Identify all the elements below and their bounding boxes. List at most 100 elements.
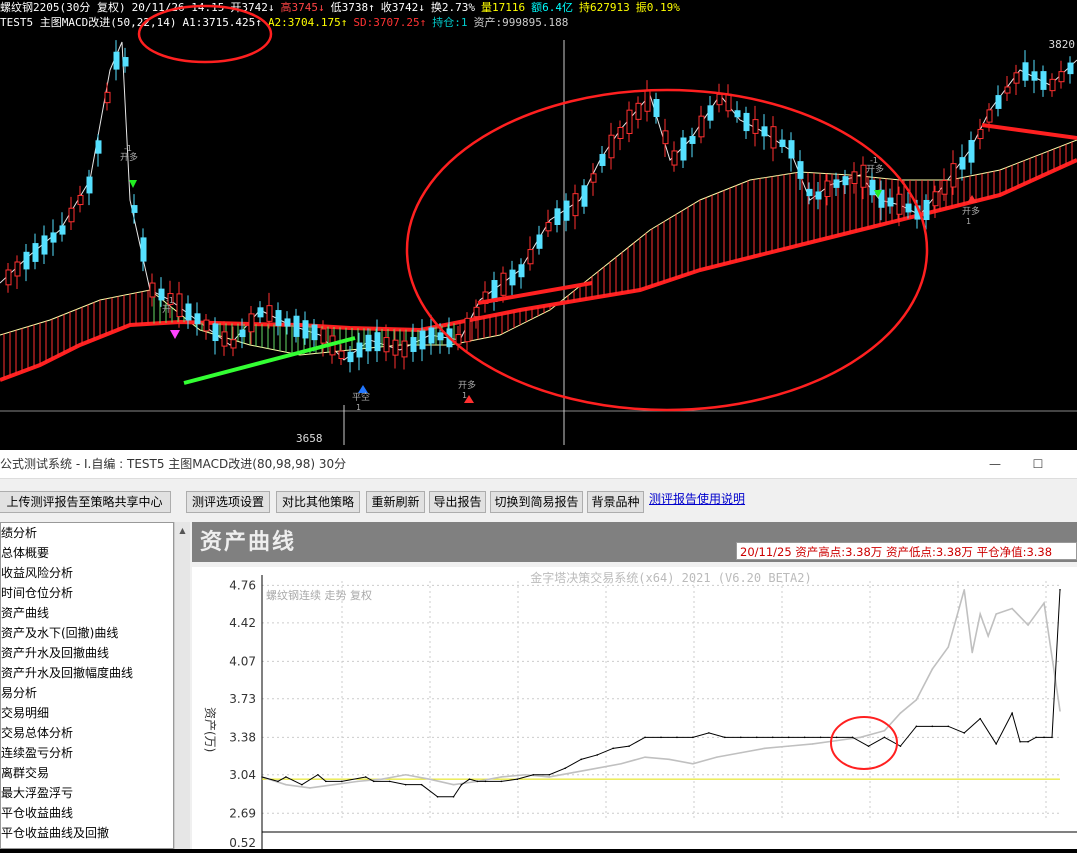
candle bbox=[392, 339, 399, 356]
sidebar-item[interactable]: 资产升水及回撤幅度曲线 bbox=[1, 663, 173, 683]
series-point bbox=[787, 745, 790, 747]
candle bbox=[1067, 62, 1074, 75]
asset-stats: 20/11/25 资产高点:3.38万 资产低点:3.38万 平仓净值:3.38 bbox=[736, 542, 1077, 560]
equity-plot[interactable]: 金字塔决策交易系统(x64) 2021 (V6.20 BETA2) 螺纹钢连续 走… bbox=[192, 567, 1077, 850]
help-link[interactable]: 测评报告使用说明 bbox=[649, 490, 745, 507]
series-point bbox=[1027, 740, 1029, 743]
maximize-button[interactable]: ☐ bbox=[1018, 450, 1058, 478]
candle bbox=[806, 188, 813, 197]
candle bbox=[779, 139, 786, 148]
content-header: 资产曲线 20/11/25 资产高点:3.38万 资产低点:3.38万 平仓净值… bbox=[192, 522, 1077, 562]
series-point bbox=[692, 762, 694, 765]
sidebar-item[interactable]: 交易明细 bbox=[1, 703, 173, 723]
candle bbox=[599, 154, 606, 166]
sidebar-item[interactable]: 离群交易 bbox=[1, 763, 173, 783]
test-options-button[interactable]: 测评选项设置 bbox=[186, 491, 270, 513]
sidebar-item[interactable]: 平仓收益曲线及回撤 bbox=[1, 823, 173, 843]
series-point bbox=[716, 756, 718, 758]
candle bbox=[743, 112, 750, 132]
sidebar-item[interactable]: 资产及水下(回撤)曲线 bbox=[1, 623, 173, 643]
series-point bbox=[867, 745, 870, 747]
sidebar-item[interactable]: 绩分析 bbox=[1, 523, 173, 543]
series-point bbox=[915, 725, 918, 728]
candle bbox=[1040, 71, 1047, 90]
series-point bbox=[963, 732, 966, 734]
price-chart[interactable]: 螺纹钢2205(30分 复权) 20/11/26 14:15 开3742↓ 高3745… bbox=[0, 0, 1077, 450]
series-point bbox=[724, 736, 726, 739]
candle bbox=[959, 157, 966, 170]
series-point bbox=[979, 717, 981, 720]
series-point bbox=[947, 725, 950, 728]
sidebar-item[interactable]: 总体概要 bbox=[1, 543, 173, 563]
series-point bbox=[740, 751, 742, 754]
y-tick-label: 4.07 bbox=[229, 654, 256, 668]
sidebar-item[interactable]: 连续盈亏分析 bbox=[1, 743, 173, 763]
series-point bbox=[899, 712, 902, 714]
candle bbox=[437, 332, 444, 341]
signal-sub-label: -1 bbox=[166, 296, 174, 305]
simple-report-button[interactable]: 切换到简易报告 bbox=[490, 491, 583, 513]
equity-curve-chart[interactable]: 金字塔决策交易系统(x64) 2021 (V6.20 BETA2) 螺纹钢连续 走… bbox=[192, 567, 1077, 850]
series-point bbox=[516, 778, 519, 780]
compare-strategies-button[interactable]: 对比其他策略 bbox=[276, 491, 360, 513]
refresh-button[interactable]: 重新刷新 bbox=[366, 491, 425, 513]
sidebar-item[interactable]: 资产曲线 bbox=[1, 603, 173, 623]
series-point bbox=[676, 736, 678, 739]
candle bbox=[302, 320, 309, 339]
candle bbox=[1058, 71, 1065, 83]
series-point bbox=[708, 732, 710, 734]
candle bbox=[554, 208, 561, 225]
series-point bbox=[771, 736, 774, 739]
minimize-button[interactable]: — bbox=[975, 450, 1015, 478]
candle bbox=[185, 303, 192, 321]
sidebar-item[interactable]: 交易总体分析 bbox=[1, 723, 173, 743]
slow-ma-line bbox=[0, 158, 1077, 382]
series-point bbox=[883, 736, 886, 739]
candle bbox=[464, 317, 471, 343]
series-point bbox=[979, 613, 981, 615]
sidebar-scrollbar[interactable]: ▲ bbox=[174, 522, 190, 849]
candle bbox=[284, 318, 291, 327]
sidebar-item[interactable]: 平仓收益曲线 bbox=[1, 803, 173, 823]
sidebar-item[interactable]: 资产升水及回撤曲线 bbox=[1, 643, 173, 663]
series-point bbox=[277, 780, 279, 783]
signal-sub-label: 1 bbox=[966, 217, 971, 226]
scroll-up-icon[interactable]: ▲ bbox=[175, 526, 190, 535]
background-symbol-button[interactable]: 背景品种 bbox=[587, 491, 644, 513]
candle bbox=[1022, 62, 1029, 81]
y-tick-label: 0.52 bbox=[229, 836, 256, 849]
series-point bbox=[995, 613, 997, 615]
candle bbox=[734, 110, 741, 118]
candle bbox=[248, 313, 255, 333]
candle bbox=[752, 119, 759, 134]
candle bbox=[113, 51, 120, 70]
series-point bbox=[452, 783, 455, 786]
series-point bbox=[1059, 710, 1061, 712]
candle bbox=[383, 337, 390, 353]
candle bbox=[662, 130, 669, 145]
sidebar-item[interactable]: 时间仓位分析 bbox=[1, 583, 173, 603]
candle bbox=[338, 350, 345, 359]
signal-label: 开多 bbox=[962, 205, 980, 217]
series-point bbox=[1035, 736, 1037, 739]
export-report-button[interactable]: 导出报告 bbox=[429, 491, 486, 513]
price-low-label: 3658 bbox=[296, 432, 323, 445]
y-tick-label: 3.04 bbox=[229, 768, 256, 782]
sidebar-item[interactable]: 收益风险分析 bbox=[1, 563, 173, 583]
y-tick-label: 4.76 bbox=[229, 578, 256, 592]
candle bbox=[869, 179, 876, 196]
candle bbox=[68, 207, 75, 223]
candle bbox=[158, 288, 165, 301]
candle bbox=[617, 127, 624, 139]
sidebar-item[interactable]: 最大浮盈浮亏 bbox=[1, 783, 173, 803]
candle bbox=[824, 180, 831, 198]
series-point bbox=[947, 646, 950, 648]
series-point bbox=[851, 736, 854, 739]
series-point bbox=[1011, 607, 1013, 610]
series-point bbox=[819, 736, 822, 739]
kline-plot[interactable]: 开多-1开-1平空1开多1开多-1开多1 bbox=[0, 0, 1077, 450]
sidebar-item[interactable]: 易分析 bbox=[1, 683, 173, 703]
upload-report-button[interactable]: 上传测评报告至策略共享中心 bbox=[0, 491, 171, 513]
plot-area bbox=[262, 581, 1060, 821]
series-point bbox=[899, 745, 902, 747]
